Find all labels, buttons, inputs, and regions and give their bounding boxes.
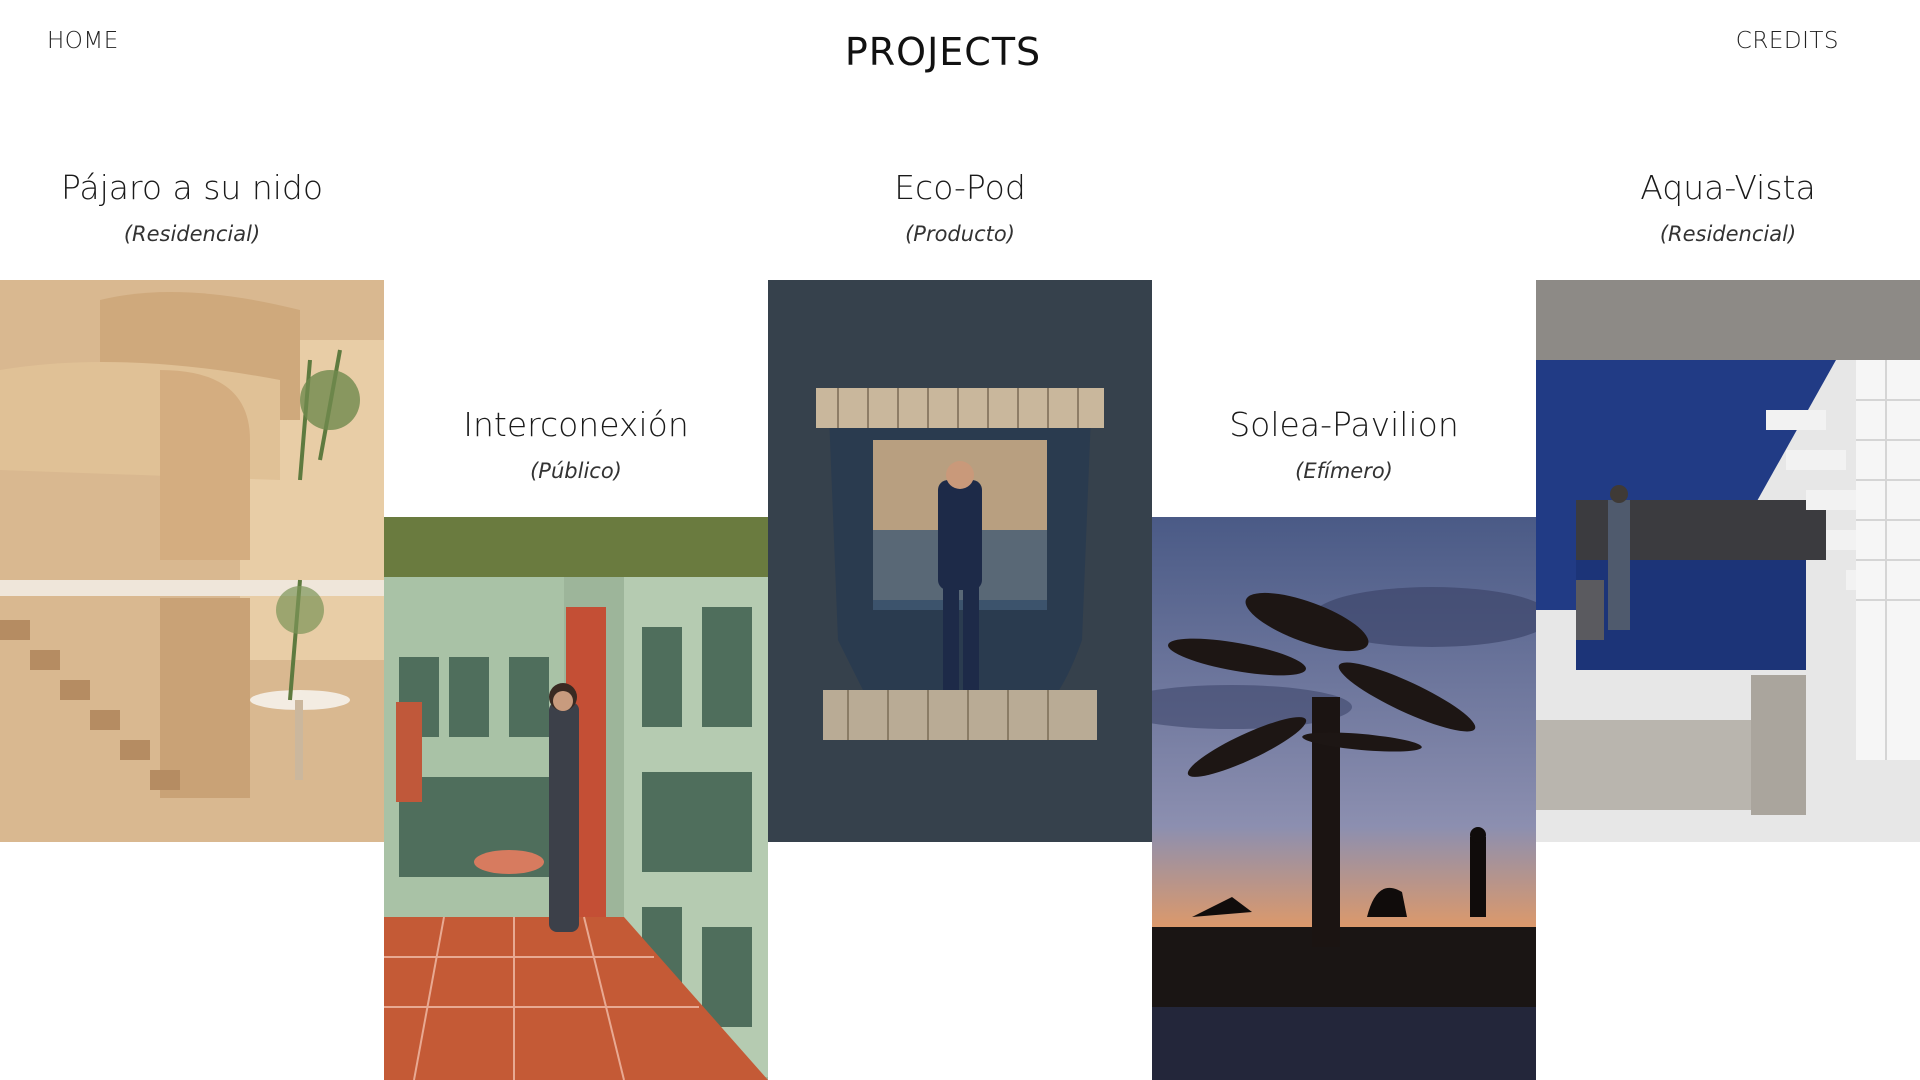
wine-cellar-render-icon [384,517,768,1080]
sculpted-house-render-icon [0,280,384,842]
blue-kitchen-stair-render-icon [1536,280,1920,842]
project-title: Aqua-Vista [1640,168,1816,207]
project-title: Pájaro a su nido [60,168,324,207]
project-category: (Residencial) [123,222,261,246]
project-title: Eco-Pod [894,168,1026,207]
project-card-interconexion[interactable]: Interconexión (Público) [384,0,768,1080]
project-image[interactable] [0,280,384,842]
project-category: (Público) [530,459,622,483]
project-image[interactable] [1536,280,1920,842]
project-card-solea-pavilion[interactable]: Solea-Pavilion (Efímero) [1152,0,1536,1080]
project-category: (Efímero) [1295,459,1393,483]
sunset-pavilion-render-icon [1152,517,1536,1080]
project-category: (Residencial) [1659,222,1797,246]
pod-seat-render-icon [768,280,1152,842]
project-card-aqua-vista[interactable]: Aqua-Vista (Residencial) [1536,0,1920,1080]
project-image[interactable] [384,517,768,1080]
project-card-pajaro-a-su-nido[interactable]: Pájaro a su nido (Residencial) [0,0,384,1080]
project-title: Solea-Pavilion [1229,405,1459,444]
project-category: (Producto) [905,222,1015,246]
project-card-eco-pod[interactable]: Eco-Pod (Producto) [768,0,1152,1080]
project-image[interactable] [768,280,1152,842]
project-title: Interconexión [463,405,689,444]
project-image[interactable] [1152,517,1536,1080]
